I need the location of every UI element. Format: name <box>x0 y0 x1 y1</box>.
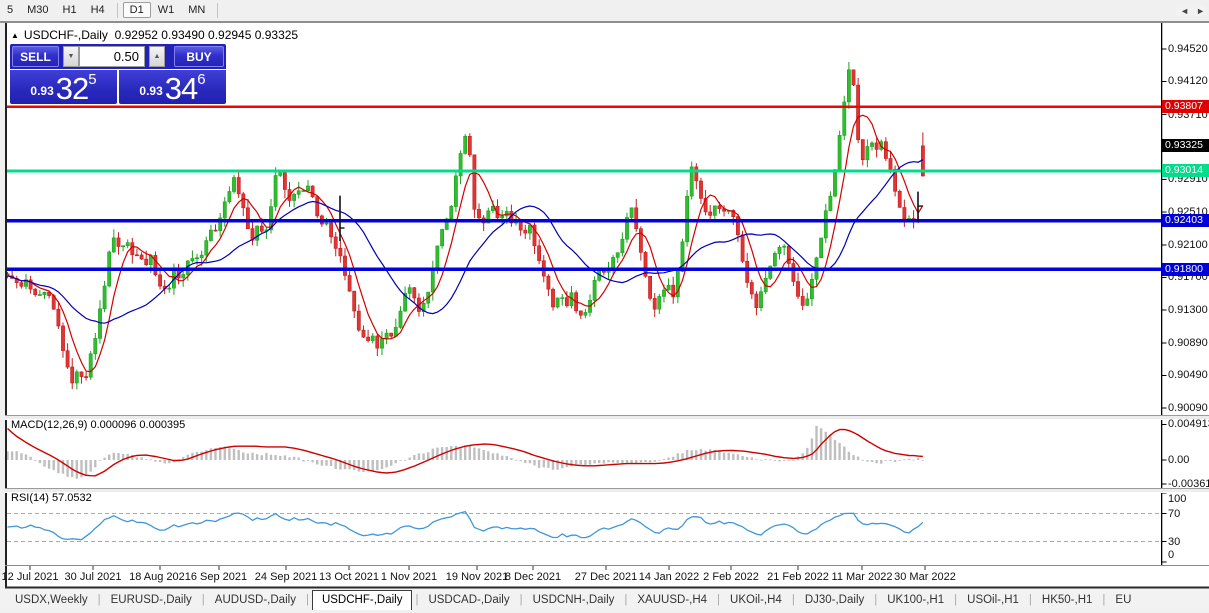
time-axis-label: 19 Nov 2021 <box>445 571 509 583</box>
volume-input[interactable] <box>79 46 145 67</box>
time-axis-label: 18 Aug 2021 <box>129 571 191 583</box>
timeframe-h1[interactable]: H1 <box>56 2 84 18</box>
tab-separator: | <box>1028 593 1032 606</box>
tab-scroll-arrows: ◄ ► <box>1176 6 1205 16</box>
tab-separator: | <box>954 593 958 606</box>
buy-price-big: 34 <box>164 71 198 106</box>
time-axis-label: 6 Sep 2021 <box>190 571 248 583</box>
chart-title: ▲ USDCHF-,Daily 0.92952 0.93490 0.92945 0… <box>11 28 298 42</box>
price-axis-tick: 0.94120 <box>1168 75 1208 88</box>
timeframe-h4[interactable]: H4 <box>84 2 112 18</box>
chart-tab-hk50-h1[interactable]: HK50-,H1 <box>1033 592 1102 608</box>
timeframe-d1[interactable]: D1 <box>122 2 151 18</box>
time-axis-label: 30 Mar 2022 <box>894 571 956 583</box>
chart-tab-uk100-h1[interactable]: UK100-,H1 <box>878 592 953 608</box>
price-axis-tick: 0.91300 <box>1168 303 1208 316</box>
volume-up-button[interactable]: ▲ <box>149 46 165 67</box>
chart-tab-bar: USDX,Weekly | EURUSD-,Daily | AUDUSD-,Daily |… <box>0 589 1209 610</box>
sell-price[interactable]: 0.93 32 5 <box>10 70 117 104</box>
tab-separator: | <box>97 593 101 606</box>
collapse-triangle-icon[interactable]: ▲ <box>11 31 19 40</box>
time-axis-label: 14 Jan 2022 <box>638 571 700 583</box>
arrow-up-icon: ▲ <box>153 53 161 60</box>
timeframe-w1[interactable]: W1 <box>151 2 182 18</box>
chart-tab-xauusd-h4[interactable]: XAUUSD-,H4 <box>628 592 716 608</box>
tab-separator: | <box>791 593 795 606</box>
chart-tab-usoil-h1[interactable]: USOil-,H1 <box>958 592 1028 608</box>
time-axis-label: 24 Sep 2021 <box>254 571 318 583</box>
tab-separator: | <box>874 593 878 606</box>
mt4-screen: 5 M30 H1 H4 D1 W1 MN ▲ USDCHF-,Daily 0.92952 0.… <box>0 0 1209 613</box>
time-axis-label: 12 Jul 2021 <box>1 571 59 583</box>
arrow-down-icon: ▼ <box>67 53 75 60</box>
chart-tab-usdx-weekly[interactable]: USDX,Weekly <box>6 592 97 608</box>
price-axis-tick: 0.90490 <box>1168 369 1208 382</box>
price-axis-tick: 0.90890 <box>1168 337 1208 350</box>
rsi-indicator-label: RSI(14) 57.0532 <box>11 492 92 504</box>
timeframe-m30[interactable]: M30 <box>20 2 55 18</box>
tab-separator: | <box>624 593 628 606</box>
pane-splitter-macd[interactable] <box>5 415 1209 420</box>
chart-tab-usdchf-daily[interactable]: USDCHF-,Daily <box>311 589 413 610</box>
price-level-label: 0.93807 <box>1162 100 1209 114</box>
rsi-axis-tick: 70 <box>1168 507 1181 520</box>
tab-scroll-right-icon[interactable]: ► <box>1196 6 1205 16</box>
macd-axis-tick: -0.003614 <box>1168 478 1209 490</box>
time-axis-label: 13 Oct 2021 <box>319 571 379 583</box>
macd-axis-tick: 0.004913 <box>1168 418 1209 431</box>
pane-splitter-rsi[interactable] <box>5 488 1209 493</box>
toolbar-separator <box>116 2 118 18</box>
price-axis-tick: 0.92100 <box>1168 239 1208 252</box>
chart-tab-dj30-daily[interactable]: DJ30-,Daily <box>796 592 873 608</box>
price-level-label: 0.91800 <box>1162 262 1209 276</box>
tab-separator: | <box>1102 593 1106 606</box>
time-axis-label: 1 Nov 2021 <box>380 571 438 583</box>
chart-tab-ukoil-h4[interactable]: UKOil-,H4 <box>721 592 791 608</box>
time-axis-label: 30 Jul 2021 <box>64 571 122 583</box>
price-level-label: 0.93325 <box>1162 139 1209 153</box>
tab-separator: | <box>201 593 205 606</box>
one-click-trading-panel: SELL ▼ ▲ BUY 0.93 32 5 0.93 34 6 <box>10 44 226 104</box>
price-level-label: 0.93014 <box>1162 164 1209 178</box>
ohlc-readout: 0.92952 0.93490 0.92945 0.93325 <box>114 28 299 42</box>
buy-price[interactable]: 0.93 34 6 <box>119 70 226 104</box>
time-axis-label: 27 Dec 2021 <box>574 571 638 583</box>
tab-separator: | <box>717 593 721 606</box>
toolbar-separator <box>217 2 219 18</box>
chart-tab-usdcad-daily[interactable]: USDCAD-,Daily <box>419 592 518 608</box>
sell-price-prefix: 0.93 <box>30 84 54 98</box>
tab-scroll-left-icon[interactable]: ◄ <box>1180 6 1189 16</box>
chart-tab-usdcnh-daily[interactable]: USDCNH-,Daily <box>524 592 624 608</box>
chart-tab-eurusd-daily[interactable]: EURUSD-,Daily <box>102 592 201 608</box>
rsi-axis-tick: 0 <box>1168 549 1175 561</box>
sell-price-pip: 5 <box>88 71 97 88</box>
tab-separator: | <box>305 593 309 606</box>
volume-down-button[interactable]: ▼ <box>63 46 79 67</box>
price-level-label: 0.92403 <box>1162 213 1209 227</box>
time-axis-label: 8 Dec 2021 <box>504 571 562 583</box>
tab-separator: | <box>519 593 523 606</box>
price-axis-tick: 0.90090 <box>1168 401 1208 414</box>
sell-button[interactable]: SELL <box>12 46 59 67</box>
macd-indicator-label: MACD(12,26,9) 0.000096 0.000395 <box>11 419 186 431</box>
buy-price-prefix: 0.93 <box>139 84 163 98</box>
rsi-axis-tick: 30 <box>1168 535 1181 548</box>
buy-price-pip: 6 <box>197 71 206 88</box>
chart-tab-audusd-daily[interactable]: AUDUSD-,Daily <box>206 592 305 608</box>
tab-separator: | <box>415 593 419 606</box>
time-axis-label: 11 Mar 2022 <box>831 571 893 583</box>
chart-tab-eu[interactable]: EU <box>1106 592 1140 608</box>
timeframe-mn[interactable]: MN <box>181 2 212 18</box>
time-axis-label: 2 Feb 2022 <box>703 571 759 583</box>
rsi-axis-tick: 100 <box>1168 493 1187 505</box>
buy-button[interactable]: BUY <box>174 46 224 67</box>
sell-price-big: 32 <box>55 71 89 106</box>
timeframe-toolbar: 5 M30 H1 H4 D1 W1 MN <box>0 0 223 20</box>
price-axis-tick: 0.94520 <box>1168 43 1208 55</box>
time-axis-label: 21 Feb 2022 <box>767 571 829 583</box>
macd-axis-tick: 0.00 <box>1168 454 1190 466</box>
timeframe-5[interactable]: 5 <box>0 2 20 18</box>
symbol-label: USDCHF-,Daily <box>23 28 108 42</box>
